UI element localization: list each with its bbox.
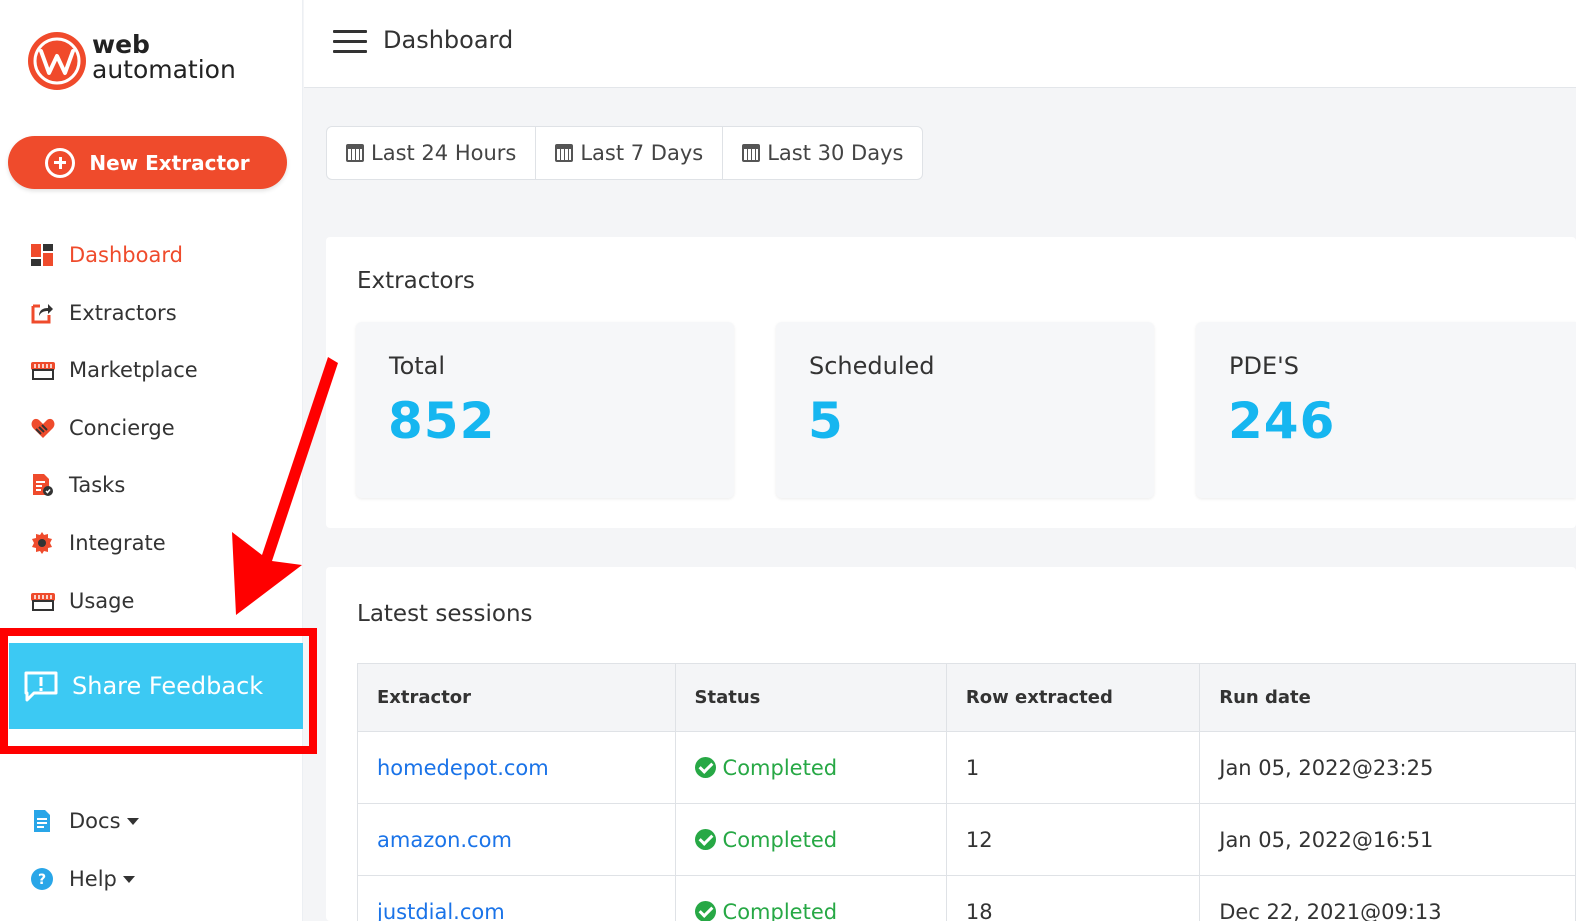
status-text: Completed xyxy=(722,755,838,780)
help-label: Help xyxy=(69,867,117,891)
sidebar-item-concierge[interactable]: Concierge xyxy=(30,411,175,445)
column-header-extractor[interactable]: Extractor xyxy=(357,663,676,732)
new-extractor-label: New Extractor xyxy=(89,150,250,175)
brand-line-2: automation xyxy=(92,55,236,84)
chevron-down-icon xyxy=(122,875,135,883)
chevron-down-icon xyxy=(126,817,139,825)
range-last-30-days[interactable]: Last 30 Days xyxy=(723,127,922,179)
highlight-box xyxy=(0,628,317,754)
sidebar-item-docs[interactable]: Docs xyxy=(30,804,139,838)
document-icon xyxy=(30,809,54,833)
status-text: Completed xyxy=(722,827,838,852)
top-bar: Dashboard xyxy=(304,0,1576,88)
brand-logo[interactable]: web automation xyxy=(28,32,236,90)
sidebar-item-dashboard[interactable]: Dashboard xyxy=(30,238,183,272)
range-last-7-days[interactable]: Last 7 Days xyxy=(536,127,724,179)
date-cell: Dec 22, 2021@09:13 xyxy=(1199,875,1576,921)
date-cell: Jan 05, 2022@16:51 xyxy=(1199,803,1576,876)
table-row: amazon.com Completed 12 Jan 05, 2022@16:… xyxy=(357,803,1576,876)
sidebar-item-usage[interactable]: Usage xyxy=(30,584,134,618)
page-title: Dashboard xyxy=(383,26,514,54)
range-last-24-hours[interactable]: Last 24 Hours xyxy=(327,127,537,179)
plus-circle-icon xyxy=(45,147,76,178)
rows-cell: 1 xyxy=(945,731,1201,804)
check-circle-icon xyxy=(694,900,716,921)
calendar-icon xyxy=(555,144,574,162)
status-cell: Completed xyxy=(674,875,947,921)
stat-value: 852 xyxy=(388,392,496,450)
stat-label: Scheduled xyxy=(809,352,935,380)
range-label: Last 24 Hours xyxy=(371,141,517,165)
table-row: justdial.com Completed 18 Dec 22, 2021@0… xyxy=(357,875,1576,921)
dashboard-icon xyxy=(30,243,54,267)
calendar-icon xyxy=(742,144,761,162)
sidebar-item-tasks[interactable]: Tasks xyxy=(30,468,125,502)
table-row: homedepot.com Completed 1 Jan 05, 2022@2… xyxy=(357,731,1576,804)
column-header-status[interactable]: Status xyxy=(674,663,947,732)
status-text: Completed xyxy=(722,899,838,921)
help-icon: ? xyxy=(30,867,54,891)
date-range-group: Last 24 Hours Last 7 Days Last 30 Days xyxy=(326,126,924,180)
logo-icon xyxy=(28,32,86,90)
sidebar-item-extractors[interactable]: Extractors xyxy=(30,296,177,330)
date-cell: Jan 05, 2022@23:25 xyxy=(1199,731,1576,804)
new-extractor-button[interactable]: New Extractor xyxy=(8,136,287,189)
status-cell: Completed xyxy=(674,731,947,804)
sidebar-item-label: Marketplace xyxy=(69,358,198,382)
menu-icon[interactable] xyxy=(333,30,367,54)
check-circle-icon xyxy=(694,828,716,850)
stat-value: 246 xyxy=(1228,392,1336,450)
brand-line-1: web xyxy=(92,30,150,59)
export-icon xyxy=(30,301,54,325)
store-icon xyxy=(30,358,55,382)
column-header-run-date[interactable]: Run date xyxy=(1199,663,1576,732)
sidebar-item-help[interactable]: ? Help xyxy=(30,862,135,896)
stat-card-scheduled: Scheduled 5 xyxy=(776,322,1154,498)
sidebar-item-label: Tasks xyxy=(69,473,126,497)
calendar-icon xyxy=(346,144,364,162)
status-cell: Completed xyxy=(674,803,947,876)
stat-label: PDE'S xyxy=(1229,352,1299,380)
check-circle-icon xyxy=(694,756,716,778)
tasks-icon xyxy=(30,473,54,497)
stat-card-total: Total 852 xyxy=(356,322,734,498)
sessions-table: Extractor Status Row extracted Run date … xyxy=(357,663,1576,921)
sidebar-item-integrate[interactable]: Integrate xyxy=(30,526,166,560)
gear-icon xyxy=(30,531,54,555)
heart-handshake-icon xyxy=(30,416,55,440)
sidebar-item-label: Dashboard xyxy=(69,243,183,267)
table-header-row: Extractor Status Row extracted Run date xyxy=(357,663,1576,732)
stat-value: 5 xyxy=(808,392,844,450)
svg-text:?: ? xyxy=(38,872,46,888)
sidebar-item-label: Concierge xyxy=(69,416,175,440)
extractor-link[interactable]: homedepot.com xyxy=(357,731,676,804)
range-label: Last 30 Days xyxy=(767,141,904,165)
store-icon xyxy=(30,589,55,613)
stat-label: Total xyxy=(389,352,446,380)
column-header-rows[interactable]: Row extracted xyxy=(945,663,1201,732)
sidebar-item-label: Usage xyxy=(69,589,135,613)
rows-cell: 12 xyxy=(945,803,1201,876)
sessions-title: Latest sessions xyxy=(357,601,533,627)
annotation-arrow xyxy=(232,357,338,615)
extractor-link[interactable]: justdial.com xyxy=(357,875,676,921)
stat-card-pdes: PDE'S 246 xyxy=(1196,322,1576,498)
extractors-title: Extractors xyxy=(357,268,475,294)
docs-label: Docs xyxy=(69,809,121,833)
sidebar-item-label: Integrate xyxy=(69,531,166,555)
sidebar-item-label: Extractors xyxy=(69,301,177,325)
rows-cell: 18 xyxy=(945,875,1201,921)
range-label: Last 7 Days xyxy=(580,141,704,165)
sidebar-item-marketplace[interactable]: Marketplace xyxy=(30,353,198,387)
extractor-link[interactable]: amazon.com xyxy=(357,803,676,876)
